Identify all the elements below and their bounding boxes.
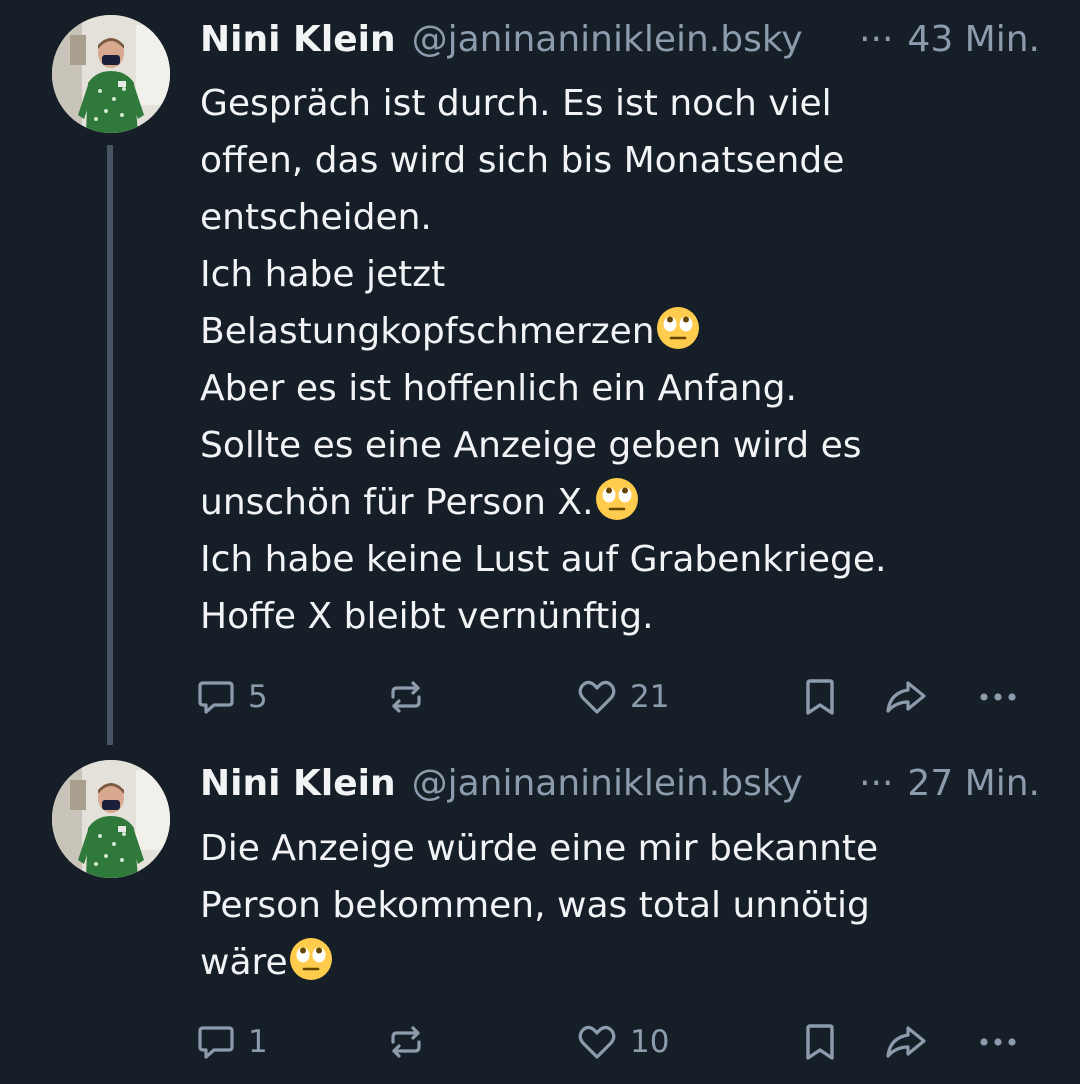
repost-button[interactable] bbox=[386, 672, 438, 722]
like-count: 21 bbox=[630, 679, 670, 715]
face-with-rolling-eyes-emoji bbox=[655, 305, 701, 351]
author-display-name[interactable]: Nini Klein bbox=[200, 758, 396, 810]
share-button[interactable] bbox=[884, 1017, 928, 1067]
heart-outline-icon bbox=[576, 1022, 618, 1062]
post-text-line-with-emoji: unschön für Person X. bbox=[200, 474, 1040, 531]
face-with-rolling-eyes-emoji bbox=[594, 476, 640, 522]
author-avatar[interactable] bbox=[52, 15, 170, 133]
post-text-line: Die Anzeige würde eine mir bekannte bbox=[200, 828, 879, 869]
author-avatar[interactable] bbox=[52, 760, 170, 878]
more-options-button[interactable] bbox=[976, 1017, 1020, 1067]
post-action-bar: 5 21 bbox=[196, 672, 1036, 722]
post-text-line: Ich habe jetzt bbox=[200, 254, 446, 295]
heart-outline-icon bbox=[576, 677, 618, 717]
author-handle[interactable]: @janinaniniklein.bsky bbox=[412, 758, 857, 810]
face-with-rolling-eyes-emoji bbox=[288, 936, 334, 982]
post-text-line: Gespräch ist durch. Es ist noch viel bbox=[200, 83, 832, 124]
post-text-line: Ich habe keine Lust auf Grabenkriege. bbox=[200, 539, 887, 580]
post-text-line: Person bekommen, was total unnötig bbox=[200, 885, 870, 926]
post-text-line: Aber es ist hoffenlich ein Anfang. bbox=[200, 368, 797, 409]
post-text-line: entscheiden. bbox=[200, 197, 432, 238]
thread-connector-line bbox=[107, 145, 113, 745]
post-text-line-with-emoji: wäre bbox=[200, 934, 1040, 991]
reply-button[interactable]: 5 bbox=[196, 672, 268, 722]
post-text-segment: Belastungkopfschmerzen bbox=[200, 311, 655, 352]
speech-bubble-icon bbox=[196, 1022, 236, 1062]
post-1[interactable]: Nini Klein @janinaniniklein.bsky ··· 43 … bbox=[0, 0, 1080, 750]
post-timestamp[interactable]: 43 Min. bbox=[907, 14, 1040, 66]
post-text-line: offen, das wird sich bis Monatsende bbox=[200, 140, 845, 181]
author-handle[interactable]: @janinaniniklein.bsky bbox=[412, 14, 857, 66]
reply-button[interactable]: 1 bbox=[196, 1017, 268, 1067]
more-horizontal-icon bbox=[976, 677, 1020, 717]
post-header: Nini Klein @janinaniniklein.bsky ··· 27 … bbox=[200, 758, 1040, 810]
reply-count: 1 bbox=[248, 1024, 268, 1060]
post-text-segment: unschön für Person X. bbox=[200, 482, 594, 523]
more-options-button[interactable] bbox=[976, 672, 1020, 722]
handle-overflow-dots: ··· bbox=[859, 19, 894, 60]
more-horizontal-icon bbox=[976, 1022, 1020, 1062]
share-arrow-icon bbox=[884, 677, 928, 717]
like-count: 10 bbox=[630, 1024, 670, 1060]
handle-overflow-dots: ··· bbox=[859, 763, 894, 804]
post-text-line: Hoffe X bleibt vernünftig. bbox=[200, 596, 654, 637]
avatar-photo bbox=[52, 15, 170, 133]
repost-arrows-icon bbox=[386, 677, 426, 717]
post-text: Die Anzeige würde eine mir bekannte Pers… bbox=[200, 820, 1040, 991]
post-text: Gespräch ist durch. Es ist noch viel off… bbox=[200, 75, 1040, 645]
author-display-name[interactable]: Nini Klein bbox=[200, 14, 396, 66]
post-text-segment: wäre bbox=[200, 942, 288, 983]
repost-button[interactable] bbox=[386, 1017, 438, 1067]
bookmark-icon bbox=[802, 1022, 838, 1062]
bookmark-button[interactable] bbox=[802, 1017, 838, 1067]
bookmark-button[interactable] bbox=[802, 672, 838, 722]
repost-arrows-icon bbox=[386, 1022, 426, 1062]
post-text-line: Sollte es eine Anzeige geben wird es bbox=[200, 425, 862, 466]
post-header: Nini Klein @janinaniniklein.bsky ··· 43 … bbox=[200, 14, 1040, 66]
share-arrow-icon bbox=[884, 1022, 928, 1062]
post-action-bar: 1 10 bbox=[196, 1017, 1036, 1067]
post-text-line-with-emoji: Belastungkopfschmerzen bbox=[200, 303, 1040, 360]
share-button[interactable] bbox=[884, 672, 928, 722]
like-button[interactable]: 21 bbox=[576, 672, 669, 722]
avatar-photo bbox=[52, 760, 170, 878]
speech-bubble-icon bbox=[196, 677, 236, 717]
reply-count: 5 bbox=[248, 679, 268, 715]
bookmark-icon bbox=[802, 677, 838, 717]
post-2[interactable]: Nini Klein @janinaniniklein.bsky ··· 27 … bbox=[0, 750, 1080, 1084]
like-button[interactable]: 10 bbox=[576, 1017, 669, 1067]
post-timestamp[interactable]: 27 Min. bbox=[907, 758, 1040, 810]
